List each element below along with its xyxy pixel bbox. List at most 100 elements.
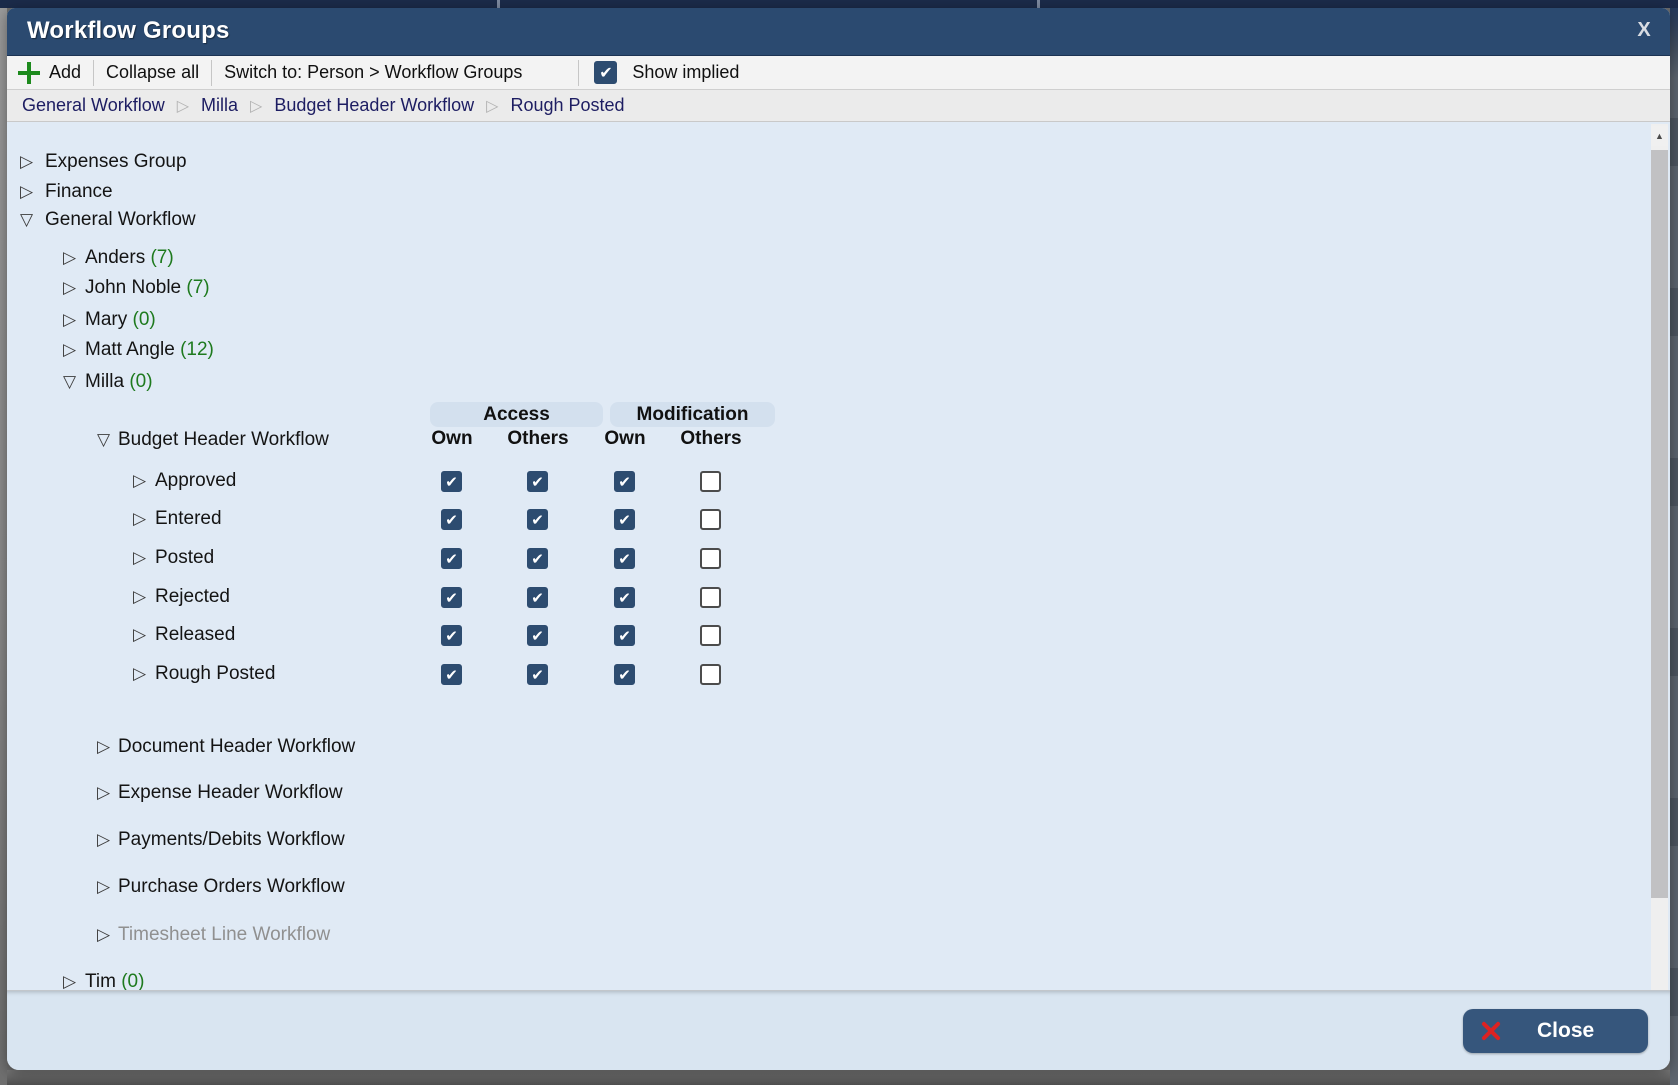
- collapsed-triangle-icon[interactable]: ▷: [97, 827, 110, 853]
- tree-row-mary: ▷ Mary (0): [7, 307, 1646, 333]
- checkbox-released-modification-others[interactable]: [700, 625, 721, 646]
- checkbox-approved-access-others[interactable]: [527, 471, 548, 492]
- tree-item-label[interactable]: Milla (0): [85, 369, 153, 395]
- breadcrumb-item-budget-header-workflow[interactable]: Budget Header Workflow: [274, 95, 474, 116]
- collapsed-triangle-icon[interactable]: ▷: [63, 969, 76, 990]
- tree-item-label[interactable]: Posted: [155, 545, 214, 571]
- tree-item-label[interactable]: Document Header Workflow: [118, 734, 355, 760]
- tree-row-general-workflow: ▽ General Workflow: [7, 207, 1646, 233]
- collapsed-triangle-icon[interactable]: ▷: [63, 337, 76, 363]
- tree-item-label[interactable]: Entered: [155, 506, 222, 532]
- collapse-all-label: Collapse all: [106, 62, 199, 83]
- collapsed-triangle-icon[interactable]: ▷: [63, 245, 76, 271]
- tree-item-label[interactable]: Released: [155, 622, 235, 648]
- toolbar-divider: [93, 60, 94, 86]
- scroll-up-arrow-icon[interactable]: ▲: [1651, 126, 1668, 146]
- collapsed-triangle-icon[interactable]: ▷: [63, 307, 76, 333]
- tree-row-payments-debits-workflow: ▷ Payments/Debits Workflow: [7, 827, 1646, 853]
- collapsed-triangle-icon[interactable]: ▷: [97, 874, 110, 900]
- tree-item-label[interactable]: Rough Posted: [155, 661, 275, 687]
- checkbox-released-access-others[interactable]: [527, 625, 548, 646]
- checkbox-posted-access-own[interactable]: [441, 548, 462, 569]
- checkbox-rough-posted-access-own[interactable]: [441, 664, 462, 685]
- close-x-button[interactable]: X: [1631, 17, 1657, 43]
- tree-row-timesheet-line-workflow: ▷ Timesheet Line Workflow: [7, 922, 1646, 948]
- collapsed-triangle-icon[interactable]: ▷: [133, 661, 146, 687]
- person-name: Milla: [85, 371, 124, 392]
- tree-row-rejected: ▷ Rejected: [7, 584, 1646, 610]
- tree-row-john-noble: ▷ John Noble (7): [7, 275, 1646, 301]
- checkbox-entered-modification-others[interactable]: [700, 509, 721, 530]
- tree-item-label[interactable]: Finance: [45, 179, 113, 205]
- person-name: Matt Angle: [85, 339, 175, 360]
- checkbox-rejected-modification-others[interactable]: [700, 587, 721, 608]
- checkbox-rejected-modification-own[interactable]: [614, 587, 635, 608]
- tree-item-label[interactable]: John Noble (7): [85, 275, 210, 301]
- checkbox-rough-posted-access-others[interactable]: [527, 664, 548, 685]
- checkbox-posted-modification-others[interactable]: [700, 548, 721, 569]
- checkbox-rough-posted-modification-others[interactable]: [700, 664, 721, 685]
- page-behind-top-strip: [0, 0, 1678, 8]
- tree-item-label[interactable]: Payments/Debits Workflow: [118, 827, 345, 853]
- expanded-triangle-icon[interactable]: ▽: [97, 427, 110, 453]
- person-name: Mary: [85, 309, 127, 330]
- checkbox-rejected-access-others[interactable]: [527, 587, 548, 608]
- collapsed-triangle-icon[interactable]: ▷: [20, 149, 33, 175]
- expanded-triangle-icon[interactable]: ▽: [63, 369, 76, 395]
- collapsed-triangle-icon[interactable]: ▷: [133, 506, 146, 532]
- tree-item-label[interactable]: Rejected: [155, 584, 230, 610]
- show-implied-checkbox[interactable]: [594, 61, 617, 84]
- tree-item-label[interactable]: Approved: [155, 468, 236, 494]
- collapsed-triangle-icon[interactable]: ▷: [97, 780, 110, 806]
- checkbox-entered-modification-own[interactable]: [614, 509, 635, 530]
- person-count: (12): [180, 339, 214, 360]
- scrollbar[interactable]: ▲: [1651, 124, 1668, 990]
- checkbox-approved-access-own[interactable]: [441, 471, 462, 492]
- tree-item-label[interactable]: Expenses Group: [45, 149, 187, 175]
- person-count: (0): [133, 309, 156, 330]
- collapse-all-button[interactable]: Collapse all: [95, 56, 210, 89]
- add-button[interactable]: Add: [7, 56, 92, 89]
- checkbox-entered-access-own[interactable]: [441, 509, 462, 530]
- breadcrumb-item-rough-posted[interactable]: Rough Posted: [510, 95, 624, 116]
- collapsed-triangle-icon[interactable]: ▷: [20, 179, 33, 205]
- tree-row-entered: ▷ Entered: [7, 506, 1646, 532]
- tree-item-label[interactable]: Matt Angle (12): [85, 337, 214, 363]
- collapsed-triangle-icon[interactable]: ▷: [63, 275, 76, 301]
- checkbox-released-access-own[interactable]: [441, 625, 462, 646]
- checkbox-posted-access-others[interactable]: [527, 548, 548, 569]
- tree-item-label[interactable]: Mary (0): [85, 307, 156, 333]
- checkbox-rough-posted-modification-own[interactable]: [614, 664, 635, 685]
- scrollbar-thumb[interactable]: [1651, 150, 1668, 898]
- expanded-triangle-icon[interactable]: ▽: [20, 207, 33, 233]
- page-behind-bottom-strip: [7, 1070, 1670, 1085]
- tree-item-label[interactable]: General Workflow: [45, 207, 196, 233]
- close-button[interactable]: Close: [1463, 1009, 1648, 1053]
- tree-item-label[interactable]: Expense Header Workflow: [118, 780, 343, 806]
- switch-to-button[interactable]: Switch to: Person > Workflow Groups: [213, 56, 533, 89]
- checkbox-approved-modification-others[interactable]: [700, 471, 721, 492]
- checkbox-posted-modification-own[interactable]: [614, 548, 635, 569]
- collapsed-triangle-icon[interactable]: ▷: [97, 734, 110, 760]
- column-group-modification: Modification: [610, 402, 775, 427]
- collapsed-triangle-icon[interactable]: ▷: [97, 922, 110, 948]
- checkbox-rejected-access-own[interactable]: [441, 587, 462, 608]
- show-implied-label[interactable]: Show implied: [632, 62, 739, 83]
- tree-item-label[interactable]: Anders (7): [85, 245, 174, 271]
- tree-item-label[interactable]: Budget Header Workflow: [118, 427, 329, 453]
- checkbox-released-modification-own[interactable]: [614, 625, 635, 646]
- tree-item-label: Timesheet Line Workflow: [118, 922, 330, 948]
- backdrop-band: [1670, 288, 1678, 336]
- toolbar: Add Collapse all Switch to: Person > Wor…: [7, 56, 1670, 90]
- collapsed-triangle-icon[interactable]: ▷: [133, 622, 146, 648]
- backdrop-band: [1670, 628, 1678, 676]
- checkbox-approved-modification-own[interactable]: [614, 471, 635, 492]
- tree-item-label[interactable]: Purchase Orders Workflow: [118, 874, 345, 900]
- checkbox-entered-access-others[interactable]: [527, 509, 548, 530]
- breadcrumb-item-general-workflow[interactable]: General Workflow: [22, 95, 165, 116]
- collapsed-triangle-icon[interactable]: ▷: [133, 545, 146, 571]
- breadcrumb-item-milla[interactable]: Milla: [201, 95, 238, 116]
- tree-item-label[interactable]: Tim (0): [85, 969, 144, 990]
- collapsed-triangle-icon[interactable]: ▷: [133, 468, 146, 494]
- collapsed-triangle-icon[interactable]: ▷: [133, 584, 146, 610]
